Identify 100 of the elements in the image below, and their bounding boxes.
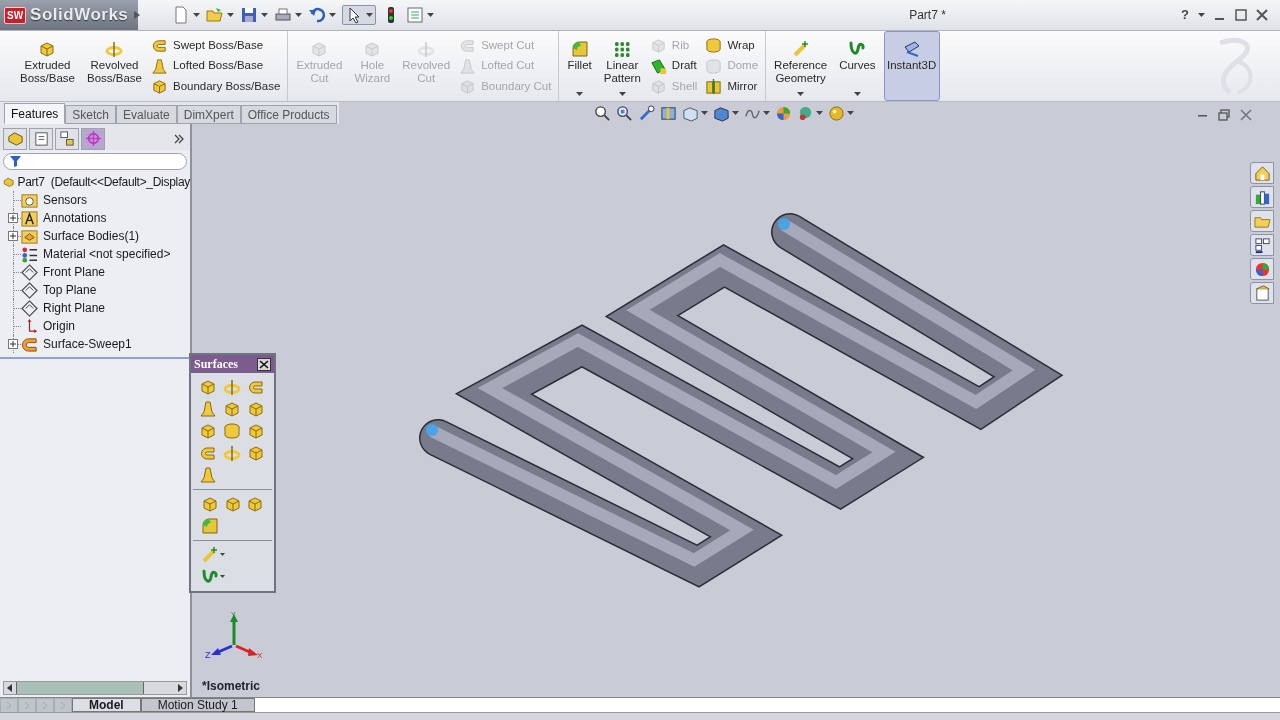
caret-icon[interactable] <box>193 12 200 18</box>
help-button[interactable]: ? <box>1181 5 1189 25</box>
caret-icon[interactable] <box>295 12 302 18</box>
caret-icon[interactable] <box>732 111 739 116</box>
ribbon-button[interactable]: Boundary Boss/Base <box>149 77 282 95</box>
scene-icon[interactable] <box>797 105 814 122</box>
tree-item[interactable]: Right Plane <box>43 299 106 317</box>
appearance-icon[interactable] <box>775 105 792 122</box>
caret-icon[interactable] <box>847 111 854 116</box>
close-icon[interactable] <box>257 357 271 371</box>
ribbon-button[interactable]: Revolved Boss/Base <box>83 31 146 101</box>
tree-item[interactable]: Surface-Sweep1 <box>43 335 132 353</box>
save-icon[interactable] <box>240 6 258 24</box>
ribbon-tab[interactable]: Sketch <box>65 105 117 124</box>
expand-arrow-icon[interactable] <box>134 11 140 19</box>
task-pane-tab[interactable] <box>1250 186 1274 208</box>
caret-icon[interactable] <box>227 12 234 18</box>
caret-icon[interactable] <box>261 12 268 18</box>
toolbar-button[interactable] <box>247 444 265 462</box>
tree-item[interactable]: Top Plane <box>43 281 97 299</box>
caret-icon[interactable] <box>701 111 708 116</box>
undo-icon[interactable] <box>308 6 326 24</box>
horizontal-scrollbar[interactable] <box>3 681 187 695</box>
expand-icon[interactable] <box>8 339 18 349</box>
restore-icon[interactable] <box>1218 109 1230 121</box>
bottom-tab[interactable]: Motion Study 1 <box>140 698 255 712</box>
caret-icon[interactable] <box>763 111 770 116</box>
caret-icon[interactable] <box>1198 12 1205 18</box>
caret-icon[interactable] <box>366 12 373 18</box>
toolbar-button[interactable] <box>201 546 225 564</box>
ribbon-tab[interactable]: DimXpert <box>176 105 241 124</box>
view-orientation-icon[interactable] <box>682 105 699 122</box>
ribbon-button[interactable]: Curves <box>835 31 880 101</box>
ribbon-tab[interactable]: Evaluate <box>116 105 177 124</box>
toolbar-button[interactable] <box>246 495 265 513</box>
toolbar-button[interactable] <box>199 444 217 462</box>
caret-icon[interactable] <box>329 12 336 18</box>
caret-icon[interactable] <box>220 575 225 579</box>
application-menu-button[interactable]: SW SolidWorks <box>0 0 138 30</box>
zoom-area-icon[interactable] <box>616 105 633 122</box>
caret-icon[interactable] <box>576 92 584 97</box>
caret-icon[interactable] <box>797 92 805 97</box>
toolbar-button[interactable] <box>247 422 265 440</box>
toolbar-button[interactable] <box>201 495 219 513</box>
panel-tab[interactable] <box>55 127 79 150</box>
panel-tab[interactable] <box>29 127 53 150</box>
toolbar-button[interactable] <box>247 400 265 418</box>
ribbon-button[interactable]: Mirror <box>704 77 760 95</box>
ribbon-button[interactable]: Linear Pattern <box>599 31 645 101</box>
bottom-tab[interactable]: Model <box>72 698 141 712</box>
ribbon-button[interactable]: Draft <box>648 57 699 75</box>
toolbar-button[interactable] <box>223 378 241 396</box>
tree-item[interactable]: Part7 (Default<<Default>_Display <box>17 173 190 191</box>
caret-icon[interactable] <box>427 12 434 18</box>
toolbar-button[interactable] <box>247 378 265 396</box>
caret-icon[interactable] <box>853 92 861 97</box>
ribbon-button[interactable]: Instant3D <box>883 31 940 101</box>
panel-tab[interactable] <box>81 127 105 150</box>
toolbar-button[interactable] <box>223 422 241 440</box>
lighting-icon[interactable] <box>828 105 845 122</box>
tree-item[interactable]: Origin <box>43 317 75 335</box>
toolbar-button[interactable] <box>223 444 241 462</box>
section-view-icon[interactable] <box>660 105 677 122</box>
ribbon-button[interactable]: Fillet <box>563 31 596 101</box>
toolbar-button[interactable] <box>199 466 217 484</box>
ribbon-button[interactable]: Reference Geometry <box>770 31 832 101</box>
toolbar-button[interactable] <box>223 400 241 418</box>
ribbon-button[interactable]: Lofted Boss/Base <box>149 57 282 75</box>
toolbar-button[interactable] <box>201 568 225 586</box>
tree-item[interactable]: Sensors <box>43 191 88 209</box>
filter-field[interactable] <box>3 153 187 170</box>
tree-item[interactable]: Annotations <box>43 209 107 227</box>
caret-icon[interactable] <box>220 553 225 557</box>
task-pane-tab[interactable] <box>1250 258 1274 280</box>
panel-tab[interactable] <box>3 127 27 150</box>
toolbar-button[interactable] <box>199 422 217 440</box>
printer-icon[interactable] <box>274 6 292 24</box>
caret-icon[interactable] <box>816 111 823 116</box>
toolbar-button[interactable] <box>199 400 217 418</box>
toolbar-button[interactable] <box>223 495 242 513</box>
toolbar-button[interactable] <box>199 378 217 396</box>
zoom-fit-icon[interactable] <box>594 105 611 122</box>
caret-icon[interactable] <box>618 92 626 97</box>
expand-icon[interactable] <box>8 231 18 241</box>
ribbon-button[interactable]: Wrap <box>704 37 760 55</box>
ribbon-tab[interactable]: Office Products <box>240 105 337 124</box>
double-chevron-icon[interactable] <box>174 133 184 144</box>
expand-icon[interactable] <box>8 213 18 223</box>
close-icon[interactable] <box>1256 9 1268 21</box>
ribbon-button[interactable]: Swept Boss/Base <box>149 37 282 55</box>
tree-item[interactable]: Front Plane <box>43 263 106 281</box>
tree-item[interactable]: Material <not specified> <box>43 245 171 263</box>
task-pane-tab[interactable] <box>1250 282 1274 304</box>
previous-view-icon[interactable] <box>638 105 655 122</box>
task-pane-tab[interactable] <box>1250 234 1274 256</box>
ribbon-button[interactable]: Extruded Boss/Base <box>16 31 79 101</box>
display-style-icon[interactable] <box>713 105 730 122</box>
ribbon-tab[interactable]: Features <box>4 103 66 124</box>
maximize-icon[interactable] <box>1235 9 1247 21</box>
tree-item[interactable]: Surface Bodies(1) <box>43 227 140 245</box>
